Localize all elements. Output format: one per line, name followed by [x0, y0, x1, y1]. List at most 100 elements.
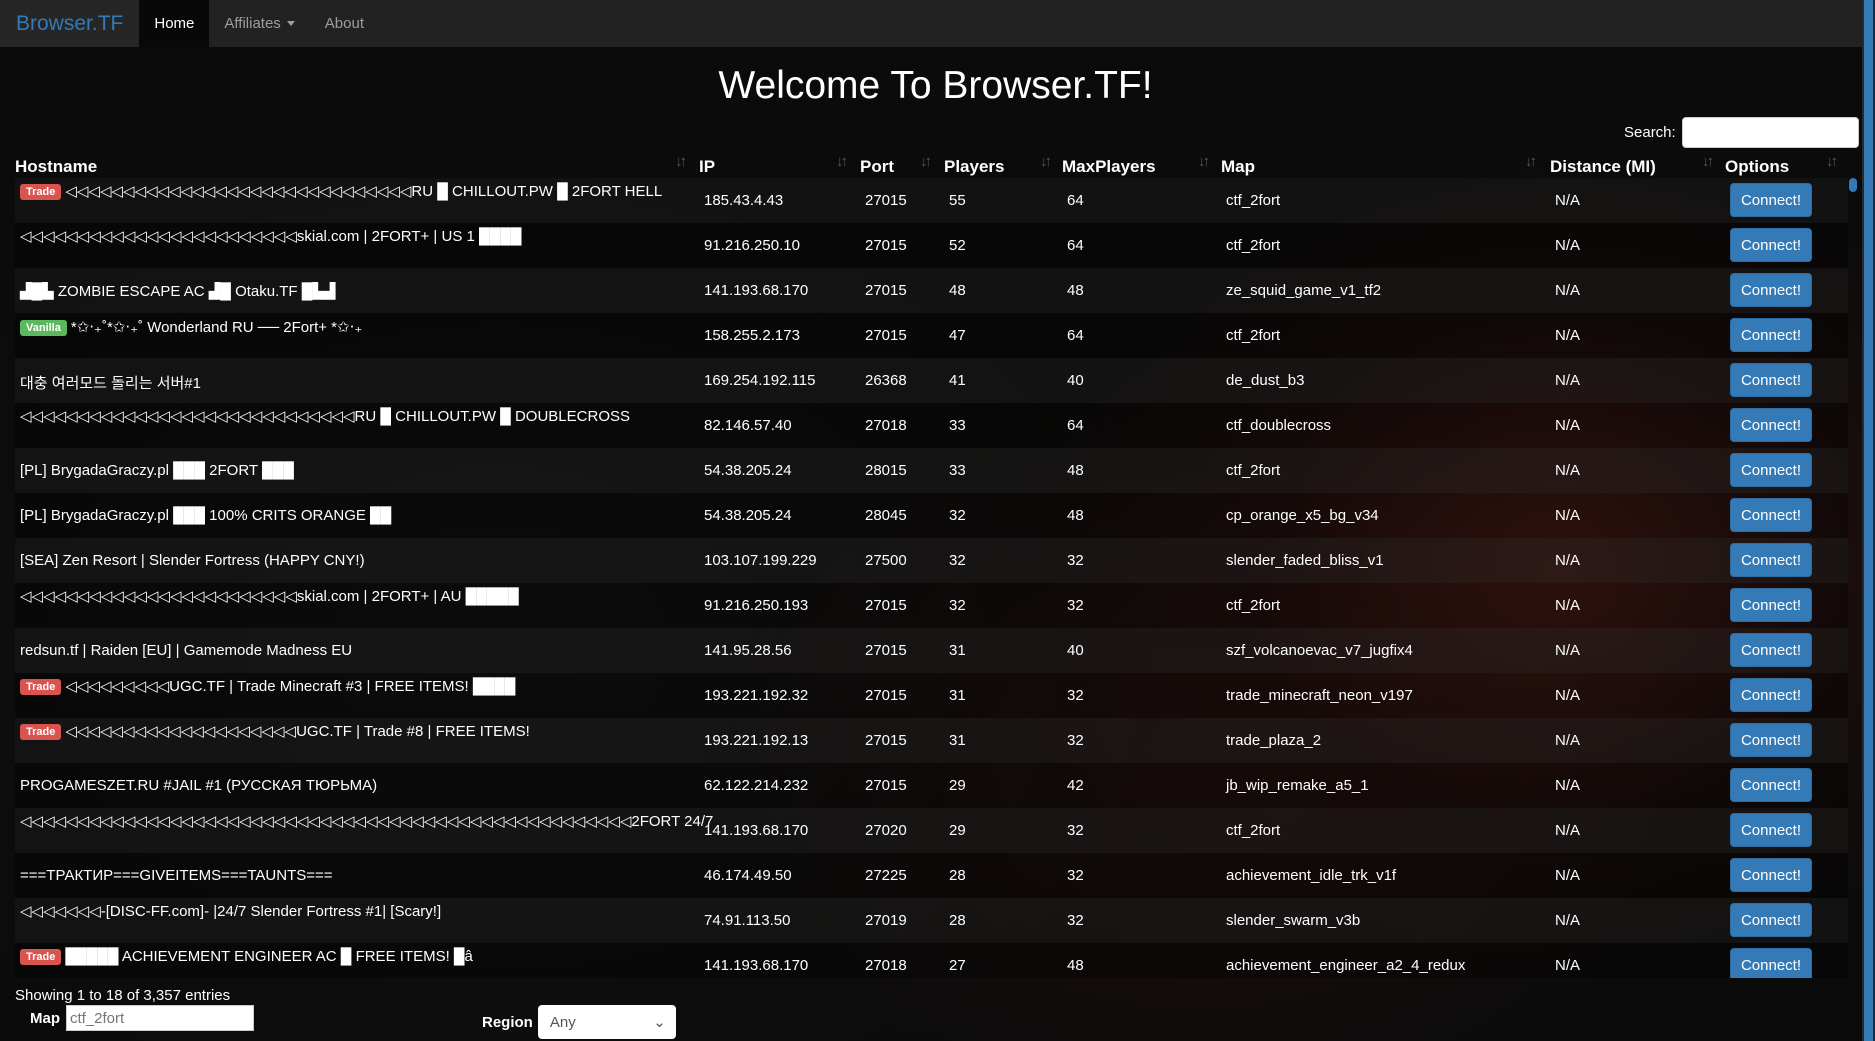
column-header-options[interactable]: Options: [1725, 157, 1789, 177]
map-cell: ze_squid_game_v1_tf2: [1226, 282, 1382, 299]
port-cell: 27015: [865, 282, 907, 299]
table-scrollbar-thumb[interactable]: [1849, 178, 1857, 192]
connect-button[interactable]: Connect!: [1730, 363, 1812, 397]
ip-cell: 158.255.2.173: [704, 327, 800, 344]
ip-cell: 185.43.4.43: [704, 192, 784, 209]
ip-cell: 82.146.57.40: [704, 417, 792, 434]
tag-badge: Trade: [20, 949, 62, 965]
nav-home[interactable]: Home: [139, 0, 210, 47]
sort-icon[interactable]: ↓↑: [675, 153, 687, 170]
connect-button[interactable]: Connect!: [1730, 678, 1812, 712]
sort-icon[interactable]: ↓↑: [920, 153, 932, 170]
hostname-cell: ◁◁◁◁◁◁◁◁◁◁◁◁◁◁◁◁◁◁◁◁◁◁◁◁◁◁◁◁◁◁◁◁◁◁◁◁◁◁◁◁…: [20, 812, 713, 830]
hostname-text: ===ТРАКТИР===GIVEITEMS===TAUNTS===: [20, 867, 333, 884]
table-row: Trade ◁◁◁◁◁◁◁◁◁◁◁◁◁◁◁◁◁◁◁◁◁◁◁◁◁◁◁◁◁◁RU █ …: [15, 178, 1848, 223]
connect-button[interactable]: Connect!: [1730, 543, 1812, 577]
port-cell: 27015: [865, 642, 907, 659]
connect-button[interactable]: Connect!: [1730, 183, 1812, 217]
map-filter-input[interactable]: [66, 1005, 254, 1031]
map-cell: de_dust_b3: [1226, 372, 1305, 389]
players-cell: 32: [949, 552, 966, 569]
ip-cell: 169.254.192.115: [704, 372, 816, 389]
connect-button[interactable]: Connect!: [1730, 318, 1812, 352]
hostname-text: ◁◁◁◁◁◁◁◁◁◁◁◁◁◁◁◁◁◁◁◁◁◁◁◁◁◁◁◁◁◁◁◁◁◁◁◁◁◁◁◁…: [20, 813, 714, 830]
connect-button[interactable]: Connect!: [1730, 633, 1812, 667]
hostname-cell: ▟█▙ ZOMBIE ESCAPE AC ▟█ Otaku.TF █▙▟: [20, 282, 335, 300]
connect-button[interactable]: Connect!: [1730, 858, 1812, 892]
dist-cell: N/A: [1555, 642, 1581, 659]
map-cell: ctf_2fort: [1226, 597, 1281, 614]
hostname-cell: [PL] BrygadaGraczy.pl ███ 2FORT ███: [20, 462, 294, 479]
table-scrollbar[interactable]: [1849, 178, 1857, 978]
max-cell: 32: [1067, 822, 1084, 839]
max-cell: 40: [1067, 372, 1084, 389]
connect-button[interactable]: Connect!: [1730, 948, 1812, 978]
max-cell: 32: [1067, 912, 1084, 929]
max-cell: 64: [1067, 192, 1084, 209]
port-cell: 26368: [865, 372, 907, 389]
players-cell: 33: [949, 417, 966, 434]
table-row: Vanilla *✩‧₊˚*✩‧₊˚ Wonderland RU ── 2Fort…: [15, 313, 1848, 358]
nav-affiliates[interactable]: Affiliates: [209, 0, 309, 47]
sort-icon[interactable]: ↓↑: [1198, 153, 1210, 170]
max-cell: 32: [1067, 732, 1084, 749]
region-select[interactable]: Any ⌄: [537, 1005, 676, 1039]
connect-button[interactable]: Connect!: [1730, 228, 1812, 262]
sort-icon[interactable]: ↓↑: [1040, 153, 1052, 170]
port-cell: 27015: [865, 597, 907, 614]
column-header-ip[interactable]: IP: [699, 157, 715, 177]
dist-cell: N/A: [1555, 417, 1581, 434]
port-cell: 27225: [865, 867, 907, 884]
connect-button[interactable]: Connect!: [1730, 588, 1812, 622]
column-header-hostname[interactable]: Hostname: [15, 157, 97, 177]
sort-icon[interactable]: ↓↑: [1826, 153, 1838, 170]
map-cell: trade_plaza_2: [1226, 732, 1322, 749]
ip-cell: 193.221.192.13: [704, 732, 809, 749]
connect-button[interactable]: Connect!: [1730, 813, 1812, 847]
players-cell: 28: [949, 867, 966, 884]
connect-button[interactable]: Connect!: [1730, 903, 1812, 937]
players-cell: 32: [949, 507, 966, 524]
table-row: Trade ◁◁◁◁◁◁◁◁◁UGC.TF | Trade Minecraft #…: [15, 673, 1848, 718]
brand-link[interactable]: Browser.TF: [0, 0, 140, 47]
map-cell: ctf_doublecross: [1226, 417, 1332, 434]
connect-button[interactable]: Connect!: [1730, 273, 1812, 307]
sort-icon[interactable]: ↓↑: [1525, 153, 1537, 170]
port-cell: 27018: [865, 957, 907, 974]
max-cell: 42: [1067, 777, 1084, 794]
map-cell: szf_volcanoevac_v7_jugfix4: [1226, 642, 1413, 659]
table-row: [PL] BrygadaGraczy.pl ███ 2FORT ███ 54.38…: [15, 448, 1848, 493]
players-cell: 47: [949, 327, 966, 344]
nav-about[interactable]: About: [310, 0, 379, 47]
region-filter: Region Any ⌄: [482, 1005, 676, 1039]
hostname-text: PROGAMESZET.RU #JAIL #1 (РУССКАЯ ТЮРЬМА): [20, 777, 378, 794]
connect-button[interactable]: Connect!: [1730, 453, 1812, 487]
column-header-map[interactable]: Map: [1221, 157, 1255, 177]
hostname-text: ◁◁◁◁◁◁◁◁◁◁◁◁◁◁◁◁◁◁◁◁◁◁◁◁◁◁◁◁◁◁RU █ CHILL…: [65, 183, 663, 200]
page-scrollbar-thumb[interactable]: [1864, 0, 1873, 1041]
column-header-distance-mi[interactable]: Distance (MI): [1550, 157, 1656, 177]
search-input[interactable]: [1681, 117, 1859, 148]
column-header-maxplayers[interactable]: MaxPlayers: [1062, 157, 1156, 177]
table-row: ◁◁◁◁◁◁◁◁◁◁◁◁◁◁◁◁◁◁◁◁◁◁◁◁◁◁◁◁◁◁◁◁◁◁◁◁◁◁◁◁…: [15, 808, 1848, 853]
map-cell: slender_swarm_v3b: [1226, 912, 1361, 929]
map-cell: ctf_2fort: [1226, 822, 1281, 839]
connect-button[interactable]: Connect!: [1730, 723, 1812, 757]
players-cell: 28: [949, 912, 966, 929]
sort-icon[interactable]: ↓↑: [836, 153, 848, 170]
table-row: redsun.tf | Raiden [EU] | Gamemode Madne…: [15, 628, 1848, 673]
ip-cell: 91.216.250.10: [704, 237, 800, 254]
sort-icon[interactable]: ↓↑: [1702, 153, 1714, 170]
hostname-text: 대충 여러모드 돌리는 서버#1: [20, 375, 201, 392]
connect-button[interactable]: Connect!: [1730, 768, 1812, 802]
tag-badge: Vanilla: [20, 320, 67, 336]
table-row: Trade ◁◁◁◁◁◁◁◁◁◁◁◁◁◁◁◁◁◁◁◁UGC.TF | Trade …: [15, 718, 1848, 763]
hostname-cell: ===ТРАКТИР===GIVEITEMS===TAUNTS===: [20, 867, 333, 884]
column-header-players[interactable]: Players: [944, 157, 1005, 177]
hostname-text: redsun.tf | Raiden [EU] | Gamemode Madne…: [20, 642, 353, 659]
column-header-port[interactable]: Port: [860, 157, 894, 177]
connect-button[interactable]: Connect!: [1730, 408, 1812, 442]
page-scrollbar[interactable]: [1862, 0, 1875, 1041]
ip-cell: 62.122.214.232: [704, 777, 809, 794]
connect-button[interactable]: Connect!: [1730, 498, 1812, 532]
